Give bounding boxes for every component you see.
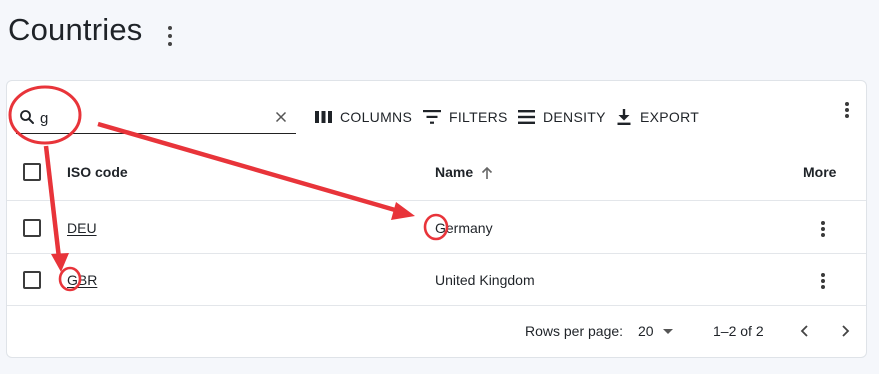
search-icon [20, 110, 34, 124]
density-button[interactable]: DENSITY [518, 106, 606, 128]
quick-search[interactable] [16, 104, 296, 134]
chevron-left-icon[interactable] [798, 324, 812, 338]
density-icon [518, 110, 535, 124]
select-all-checkbox[interactable] [23, 163, 41, 181]
row-more-icon[interactable] [815, 270, 831, 292]
filters-button[interactable]: FILTERS [423, 106, 508, 128]
country-name: Germany [435, 220, 493, 236]
filter-icon [423, 110, 441, 124]
export-button[interactable]: EXPORT [616, 106, 699, 128]
column-header-more: More [803, 164, 837, 180]
rows-per-page-select[interactable]: 20 [638, 323, 654, 339]
divider [7, 305, 866, 306]
row-more-icon[interactable] [815, 218, 831, 240]
iso-code-link[interactable]: GBR [67, 272, 97, 288]
toolbar-more-icon[interactable] [839, 99, 855, 121]
country-name: United Kingdom [435, 272, 535, 288]
page-more-menu-icon[interactable] [160, 24, 180, 48]
row-checkbox[interactable] [23, 219, 41, 237]
density-label: DENSITY [543, 109, 606, 125]
search-input[interactable] [40, 106, 260, 130]
iso-code-link[interactable]: DEU [67, 220, 97, 236]
page-title: Countries [8, 12, 143, 47]
chevron-right-icon[interactable] [838, 324, 852, 338]
divider [7, 253, 866, 254]
filters-label: FILTERS [449, 109, 508, 125]
export-icon [617, 109, 631, 125]
columns-icon [315, 111, 332, 123]
column-header-name[interactable]: Name [435, 164, 473, 180]
columns-button[interactable]: COLUMNS [315, 106, 412, 128]
rows-per-page-label: Rows per page: [525, 323, 624, 339]
column-header-iso[interactable]: ISO code [67, 164, 128, 180]
clear-icon[interactable] [272, 108, 290, 126]
divider [7, 200, 866, 201]
pagination-range: 1–2 of 2 [713, 323, 764, 339]
columns-label: COLUMNS [340, 109, 413, 125]
sort-arrow-up-icon[interactable] [480, 166, 494, 180]
caret-down-icon[interactable] [663, 329, 673, 334]
export-label: EXPORT [640, 109, 700, 125]
row-checkbox[interactable] [23, 271, 41, 289]
